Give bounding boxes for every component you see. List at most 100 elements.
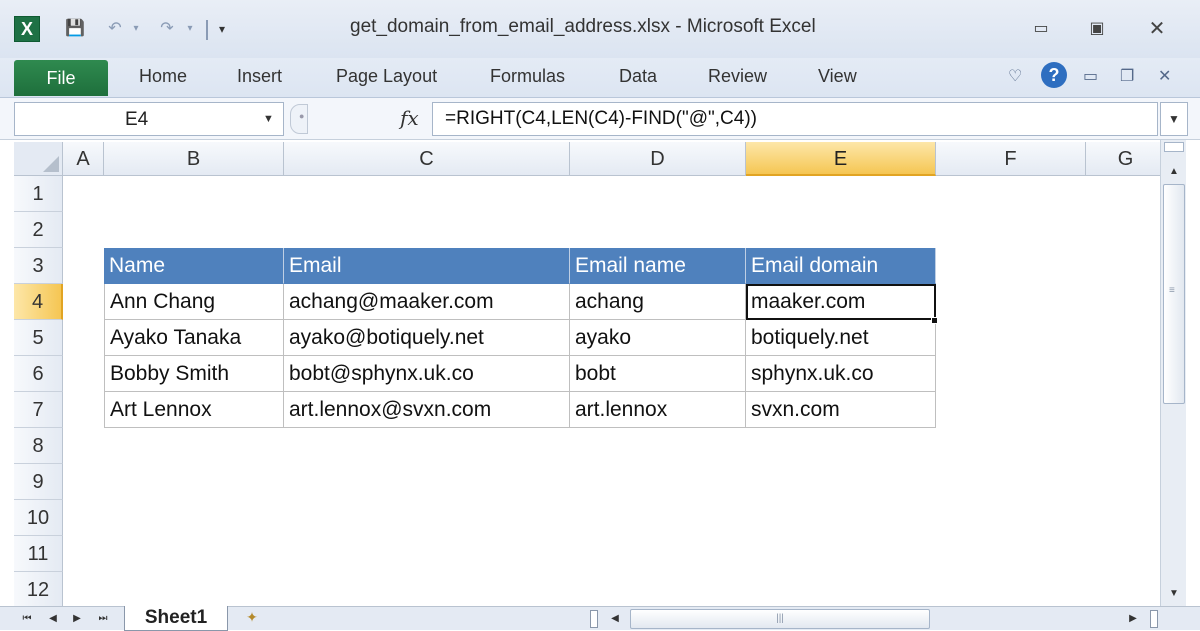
cell-d5[interactable]: ayako bbox=[570, 320, 746, 356]
formula-bar-controls: ● fx bbox=[288, 102, 432, 136]
column-header-f[interactable]: F bbox=[936, 142, 1086, 176]
tab-data[interactable]: Data bbox=[619, 66, 657, 87]
tab-review[interactable]: Review bbox=[708, 66, 767, 87]
vertical-scroll-thumb[interactable]: ≡ bbox=[1163, 184, 1185, 404]
row-header-6[interactable]: 6 bbox=[14, 356, 63, 392]
undo-dropdown-icon[interactable]: ▾ bbox=[130, 18, 142, 40]
cell-b6[interactable]: Bobby Smith bbox=[104, 356, 284, 392]
close-window-button[interactable]: ✕ bbox=[1144, 18, 1170, 40]
scroll-right-icon[interactable]: ▶ bbox=[1124, 610, 1142, 628]
tab-page-layout[interactable]: Page Layout bbox=[336, 66, 437, 87]
minimize-window-button[interactable]: ▭ bbox=[1028, 18, 1054, 40]
row-header-8[interactable]: 8 bbox=[14, 428, 63, 464]
cell-d4[interactable]: achang bbox=[570, 284, 746, 320]
tab-view[interactable]: View bbox=[818, 66, 857, 87]
fill-handle[interactable] bbox=[931, 317, 938, 324]
worksheet-grid[interactable]: A B C D E F G 1 2 3 4 5 6 7 8 9 10 11 12… bbox=[0, 140, 1160, 610]
cell-e6[interactable]: sphynx.uk.co bbox=[746, 356, 936, 392]
split-box-vertical[interactable] bbox=[1164, 142, 1184, 152]
scroll-up-icon[interactable]: ▲ bbox=[1164, 162, 1184, 182]
cell-e7[interactable]: svxn.com bbox=[746, 392, 936, 428]
last-sheet-icon[interactable]: ⏭ bbox=[94, 610, 112, 628]
help-icon[interactable]: ? bbox=[1041, 62, 1067, 88]
workbook-restore-icon[interactable]: ❐ bbox=[1120, 66, 1134, 86]
redo-icon[interactable]: ↷ bbox=[156, 18, 178, 40]
insert-function-icon[interactable]: fx bbox=[400, 106, 419, 130]
grip-dot-icon: ● bbox=[299, 111, 305, 121]
window-title: get_domain_from_email_address.xlsx - Mic… bbox=[350, 16, 816, 37]
name-box-value: E4 bbox=[125, 109, 149, 130]
formula-text: =RIGHT(C4,LEN(C4)-FIND("@",C4)) bbox=[445, 108, 757, 129]
first-sheet-icon[interactable]: ⏮ bbox=[18, 610, 36, 628]
cell-b4[interactable]: Ann Chang bbox=[104, 284, 284, 320]
row-header-2[interactable]: 2 bbox=[14, 212, 63, 248]
name-box[interactable]: E4 ▼ bbox=[14, 102, 284, 136]
title-bar: X 💾 ↶ ▾ ↷ ▾ ▾ get_domain_from_email_addr… bbox=[0, 0, 1200, 58]
row-header-10[interactable]: 10 bbox=[14, 500, 63, 536]
grip-icon: ≡ bbox=[1169, 285, 1175, 296]
grip-icon: ||| bbox=[776, 613, 784, 624]
column-header-b[interactable]: B bbox=[104, 142, 284, 176]
table-header-email-domain[interactable]: Email domain bbox=[746, 248, 936, 284]
row-header-9[interactable]: 9 bbox=[14, 464, 63, 500]
cell-b7[interactable]: Art Lennox bbox=[104, 392, 284, 428]
insert-worksheet-icon[interactable]: ✦ bbox=[238, 609, 266, 629]
cell-d6[interactable]: bobt bbox=[570, 356, 746, 392]
ribbon-tab-bar: File Home Insert Page Layout Formulas Da… bbox=[0, 58, 1200, 98]
row-header-3[interactable]: 3 bbox=[14, 248, 63, 284]
column-header-a[interactable]: A bbox=[63, 142, 104, 176]
row-header-7[interactable]: 7 bbox=[14, 392, 63, 428]
chevron-down-icon[interactable]: ▼ bbox=[263, 113, 274, 125]
workbook-minimize-icon[interactable]: ▭ bbox=[1083, 66, 1098, 86]
tab-file[interactable]: File bbox=[14, 60, 108, 96]
column-header-d[interactable]: D bbox=[570, 142, 746, 176]
cell-e5[interactable]: botiquely.net bbox=[746, 320, 936, 356]
cell-c4[interactable]: achang@maaker.com bbox=[284, 284, 570, 320]
table-header-email-name[interactable]: Email name bbox=[570, 248, 746, 284]
cell-c5[interactable]: ayako@botiquely.net bbox=[284, 320, 570, 356]
expand-formula-bar-icon[interactable]: ▼ bbox=[1160, 102, 1188, 136]
scroll-left-icon[interactable]: ◀ bbox=[606, 610, 624, 628]
cell-b5[interactable]: Ayako Tanaka bbox=[104, 320, 284, 356]
split-box-horizontal[interactable] bbox=[590, 610, 598, 628]
excel-app-icon[interactable]: X bbox=[14, 16, 40, 42]
row-header-5[interactable]: 5 bbox=[14, 320, 63, 356]
cell-e4[interactable]: maaker.com bbox=[746, 284, 936, 320]
split-box-horizontal-end[interactable] bbox=[1150, 610, 1158, 628]
workbook-close-icon[interactable]: ✕ bbox=[1158, 66, 1171, 86]
tab-insert[interactable]: Insert bbox=[237, 66, 282, 87]
formula-input[interactable]: =RIGHT(C4,LEN(C4)-FIND("@",C4)) bbox=[432, 102, 1158, 136]
sheet-tab-bar: ⏮ ◀ ▶ ⏭ Sheet1 ✦ ◀ ||| ▶ bbox=[0, 606, 1200, 631]
undo-icon[interactable]: ↶ bbox=[104, 18, 126, 40]
select-all-button[interactable] bbox=[14, 142, 63, 176]
cell-d7[interactable]: art.lennox bbox=[570, 392, 746, 428]
tab-home[interactable]: Home bbox=[139, 66, 187, 87]
customize-qat-icon[interactable]: ▾ bbox=[214, 18, 230, 40]
cell-c7[interactable]: art.lennox@svxn.com bbox=[284, 392, 570, 428]
save-icon[interactable]: 💾 bbox=[62, 18, 88, 40]
formula-bar-resize-handle[interactable]: ● bbox=[290, 104, 308, 134]
cell-c6[interactable]: bobt@sphynx.uk.co bbox=[284, 356, 570, 392]
prev-sheet-icon[interactable]: ◀ bbox=[44, 610, 62, 628]
next-sheet-icon[interactable]: ▶ bbox=[68, 610, 86, 628]
horizontal-scroll-thumb[interactable]: ||| bbox=[630, 609, 930, 629]
tab-formulas[interactable]: Formulas bbox=[490, 66, 565, 87]
maximize-window-button[interactable]: ▣ bbox=[1084, 18, 1110, 40]
minimize-ribbon-icon[interactable]: ♡ bbox=[1008, 66, 1022, 86]
redo-dropdown-icon[interactable]: ▾ bbox=[184, 18, 196, 40]
sheet-tab-sheet1[interactable]: Sheet1 bbox=[124, 606, 228, 631]
column-header-e[interactable]: E bbox=[746, 142, 936, 176]
row-header-4[interactable]: 4 bbox=[14, 284, 63, 320]
row-header-12[interactable]: 12 bbox=[14, 572, 63, 608]
row-header-11[interactable]: 11 bbox=[14, 536, 63, 572]
table-header-name[interactable]: Name bbox=[104, 248, 284, 284]
select-all-triangle-icon bbox=[43, 156, 59, 172]
qat-separator bbox=[206, 20, 208, 40]
row-header-1[interactable]: 1 bbox=[14, 176, 63, 212]
scroll-down-icon[interactable]: ▼ bbox=[1164, 584, 1184, 604]
table-header-email[interactable]: Email bbox=[284, 248, 570, 284]
column-header-g[interactable]: G bbox=[1086, 142, 1160, 176]
formula-bar: E4 ▼ ● fx =RIGHT(C4,LEN(C4)-FIND("@",C4)… bbox=[0, 98, 1200, 140]
vertical-scrollbar[interactable]: ▲ ≡ ▼ bbox=[1160, 140, 1186, 610]
column-header-c[interactable]: C bbox=[284, 142, 570, 176]
